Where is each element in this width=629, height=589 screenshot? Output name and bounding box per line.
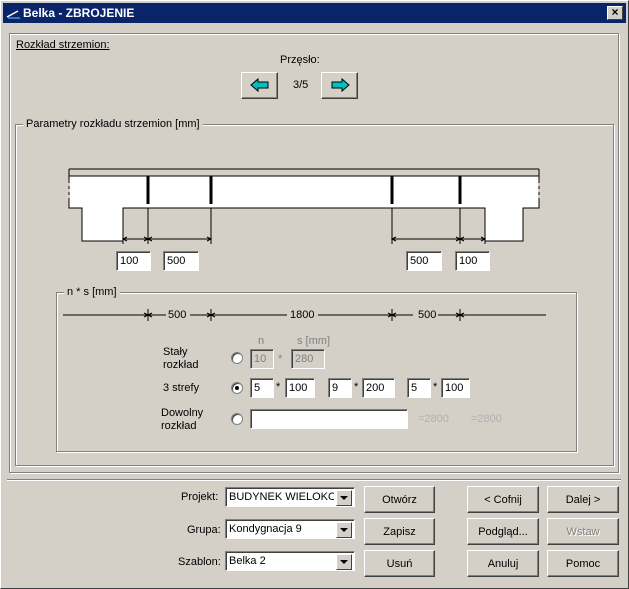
usun-button[interactable]: Usuń (364, 550, 435, 577)
staly-label-2: rozkład (163, 359, 199, 371)
dowolny-sum-1: =2800 (418, 413, 449, 425)
trzy-s3-input[interactable]: 100 (441, 378, 470, 398)
wstaw-button[interactable]: Wstaw (547, 518, 619, 545)
podglad-button[interactable]: Podgląd... (467, 518, 539, 545)
trzy-times-3: * (433, 381, 438, 393)
trzy-s1-input[interactable]: 100 (285, 378, 315, 398)
right-zone-input[interactable]: 500 (406, 251, 442, 271)
col-n-label: n (258, 335, 265, 347)
next-span-button[interactable] (321, 72, 358, 99)
dim-mid-label: 1800 (290, 309, 315, 321)
grupa-label: Grupa: (187, 524, 221, 536)
dim-left-label: 500 (168, 309, 187, 321)
trzy-n2-input[interactable]: 9 (328, 378, 352, 398)
params-label: Parametry rozkładu strzemion [mm] (23, 118, 203, 130)
arrow-left-icon (249, 77, 268, 93)
grupa-combo[interactable]: Kondygnacja 9 (225, 519, 355, 539)
dowolny-label-2: rozkład (161, 420, 197, 432)
close-icon: × (611, 5, 619, 19)
trzy-radio[interactable] (231, 382, 243, 394)
trzy-s2-input[interactable]: 200 (362, 378, 395, 398)
ns-dimension-line (63, 309, 546, 321)
prev-span-button[interactable] (241, 72, 278, 99)
projekt-label: Projekt: (181, 491, 219, 503)
staly-n-input[interactable]: 10 (250, 349, 274, 369)
right-support-input[interactable]: 100 (455, 251, 490, 271)
title-bar: Belka - ZBROJENIE × (3, 3, 626, 23)
anuluj-button[interactable]: Anuluj (467, 550, 539, 577)
projekt-combo[interactable]: BUDYNEK WIELOKOND (225, 487, 355, 507)
trzy-times-1: * (276, 381, 281, 393)
chevron-down-icon[interactable] (336, 554, 352, 570)
grupa-value: Kondygnacja 9 (229, 523, 302, 535)
szablon-value: Belka 2 (229, 555, 266, 567)
rozklad-label: Rozkład strzemion: (16, 39, 110, 51)
pomoc-button[interactable]: Pomoc (547, 550, 619, 577)
przeslo-label: Przęsło: (280, 54, 320, 66)
left-support-input[interactable]: 100 (116, 251, 151, 271)
dowolny-label-1: Dowolny (161, 407, 204, 419)
chevron-down-icon[interactable] (336, 522, 352, 538)
dialog-window: Belka - ZBROJENIE × Rozkład strzemion: P… (0, 0, 629, 589)
staly-label-1: Stały (163, 346, 188, 358)
window-title: Belka - ZBROJENIE (23, 6, 135, 20)
dim-right-label: 500 (418, 309, 437, 321)
bottom-separator (7, 479, 621, 481)
szablon-combo[interactable]: Belka 2 (225, 551, 355, 571)
beam-outline (68, 175, 540, 242)
trzy-n3-input[interactable]: 5 (407, 378, 431, 398)
arrow-right-icon (331, 77, 350, 93)
col-s-label: s [mm] (297, 335, 330, 347)
przeslo-value: 3/5 (293, 79, 309, 91)
beam-app-icon (6, 10, 20, 19)
cofnij-button[interactable]: < Cofnij (467, 486, 539, 513)
staly-s-input[interactable]: 280 (291, 349, 325, 369)
dalej-button[interactable]: Dalej > (547, 486, 619, 513)
dowolny-input[interactable] (250, 409, 408, 429)
left-zone-input[interactable]: 500 (163, 251, 199, 271)
szablon-label: Szablon: (178, 556, 221, 568)
trzy-n1-input[interactable]: 5 (250, 378, 274, 398)
staly-times: * (278, 353, 283, 365)
trzy-label: 3 strefy (163, 382, 200, 394)
zapisz-button[interactable]: Zapisz (364, 518, 435, 545)
trzy-times-2: * (354, 381, 359, 393)
staly-radio[interactable] (231, 352, 243, 364)
ns-label: n * s [mm] (64, 286, 120, 298)
chevron-down-icon[interactable] (336, 490, 352, 506)
dowolny-radio[interactable] (231, 413, 243, 425)
close-button[interactable]: × (607, 6, 623, 20)
otworz-button[interactable]: Otwórz (364, 486, 435, 513)
projekt-value: BUDYNEK WIELOKOND (229, 491, 334, 503)
dowolny-sum-2: =2800 (471, 413, 502, 425)
